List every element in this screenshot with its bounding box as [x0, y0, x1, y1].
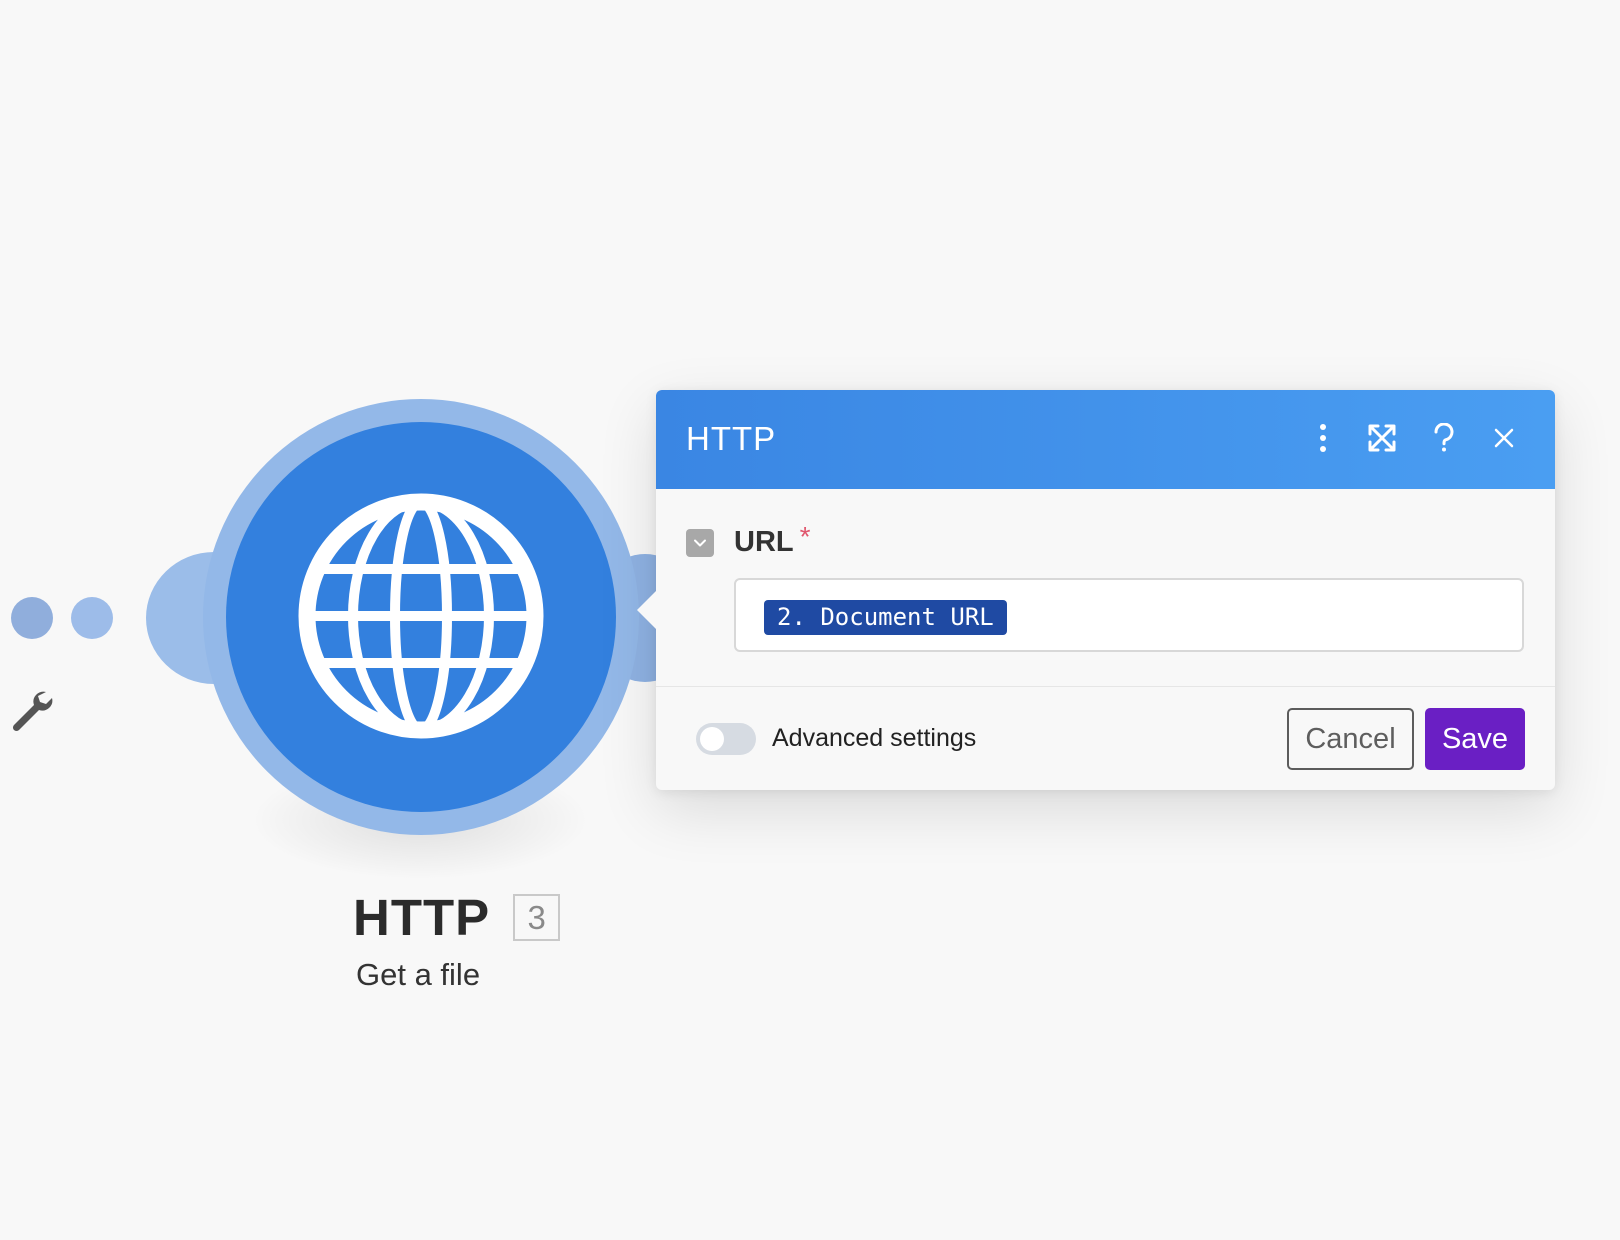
module-title: HTTP	[353, 889, 491, 946]
help-icon	[1434, 423, 1454, 452]
save-button[interactable]: Save	[1425, 708, 1525, 770]
scenario-canvas: HTTP 3 Get a file HTTP URL * 2. Document…	[0, 0, 1620, 1240]
chevron-down-icon	[694, 539, 706, 546]
toggle-knob	[700, 727, 724, 751]
dialog-pointer	[637, 590, 657, 630]
cancel-button[interactable]: Cancel	[1287, 708, 1414, 770]
close-button[interactable]	[1484, 418, 1524, 458]
field-collapse-button[interactable]	[686, 528, 714, 557]
dialog-title: HTTP	[686, 420, 777, 457]
footer-divider	[656, 686, 1555, 687]
advanced-settings-toggle[interactable]	[696, 723, 756, 755]
expand-button[interactable]	[1362, 418, 1402, 458]
globe-icon	[298, 493, 544, 739]
url-input[interactable]: 2. Document URL	[734, 578, 1524, 652]
module-subtitle: Get a file	[356, 957, 481, 992]
url-field-label: URL	[734, 526, 794, 558]
wrench-icon[interactable]	[10, 688, 54, 732]
required-indicator: *	[799, 520, 811, 552]
expand-icon	[1368, 424, 1396, 452]
mapped-value-token[interactable]: 2. Document URL	[764, 600, 1007, 635]
advanced-settings-label: Advanced settings	[772, 724, 977, 752]
url-field-header: URL *	[686, 521, 811, 559]
help-button[interactable]	[1424, 418, 1464, 458]
module-number-badge: 3	[513, 894, 561, 941]
more-options-button[interactable]	[1303, 418, 1343, 458]
connector-dot-icon[interactable]	[71, 597, 113, 639]
module-settings-dialog: HTTP URL * 2. Document URL Advanced sett…	[637, 390, 1555, 790]
dialog-header: HTTP	[656, 390, 1555, 489]
more-vertical-icon	[1320, 424, 1326, 452]
module-title-row: HTTP 3	[353, 888, 561, 947]
connector-dot-icon[interactable]	[11, 597, 53, 639]
close-icon	[1494, 428, 1514, 448]
